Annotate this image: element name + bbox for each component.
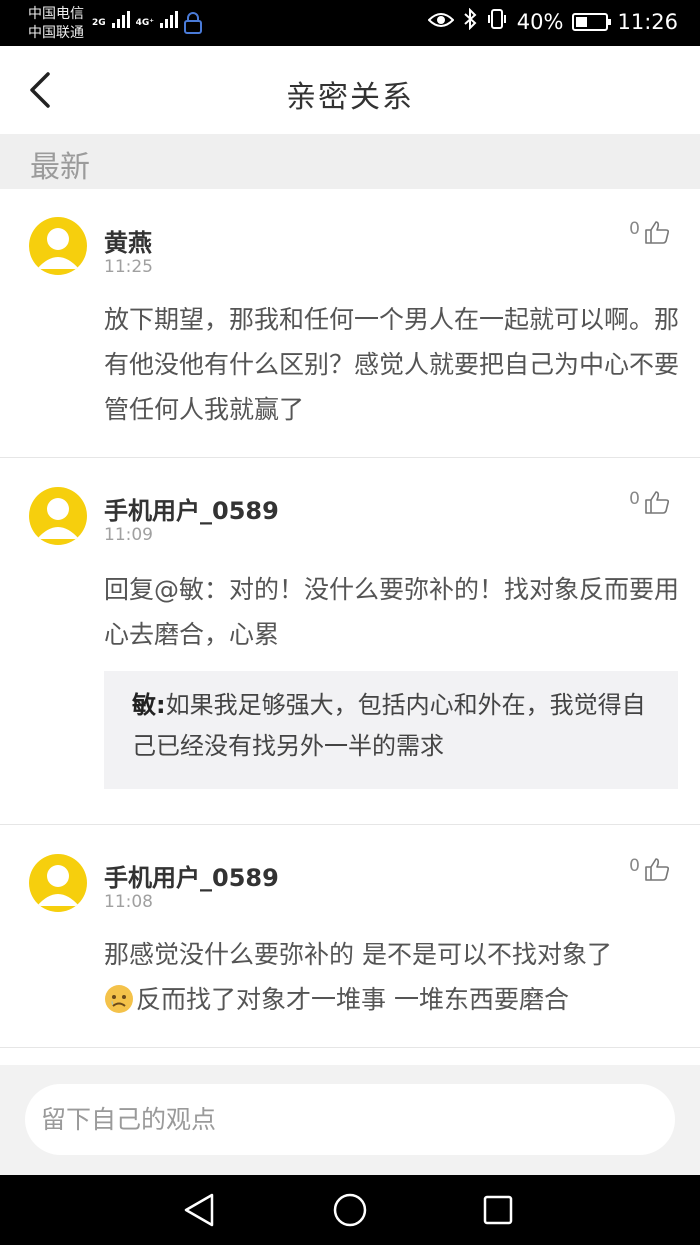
like-button[interactable]: 0 — [629, 489, 670, 515]
comment-text: 放下期望，那我和任何一个男人在一起就可以啊。那有他没他有什么区别？感觉人就要把自… — [104, 305, 680, 424]
quoted-reply: 敏:如果我足够强大，包括内心和外在，我觉得自己已经没有找另外一半的需求 — [104, 671, 678, 789]
eye-comfort-icon — [427, 10, 455, 34]
comment-time: 11:08 — [104, 892, 153, 912]
status-right: 40% 11:26 — [427, 7, 678, 35]
section-header-latest: 最新 — [0, 134, 700, 189]
comment-text: 那感觉没什么要弥补的 是不是可以不找对象了 反而找了对象才一堆事 一堆东西要磨合 — [104, 932, 684, 1022]
network-signals: 2G 4G⁺ — [92, 10, 179, 28]
thumbs-up-icon — [645, 491, 670, 514]
carrier-2: 中国联通 — [28, 25, 84, 41]
like-count: 0 — [629, 856, 640, 876]
quote-author[interactable]: 敏: — [132, 691, 166, 719]
comment-input[interactable] — [25, 1084, 675, 1155]
triangle-back-icon — [184, 1193, 214, 1227]
like-button[interactable]: 0 — [629, 856, 670, 882]
comment-text: 回复@敏：对的！没什么要弥补的！找对象反而要用心去磨合，心累 — [104, 575, 680, 649]
comment-time: 11:25 — [104, 257, 153, 277]
nav-recents-button[interactable] — [481, 1192, 515, 1232]
carrier-1: 中国电信 — [28, 6, 84, 22]
avatar[interactable] — [29, 217, 87, 275]
comment-text-line: 反而找了对象才一堆事 一堆东西要磨合 — [104, 977, 684, 1022]
avatar[interactable] — [29, 487, 87, 545]
system-navigation-bar — [0, 1175, 700, 1245]
like-count: 0 — [629, 219, 640, 239]
battery-icon — [572, 12, 612, 31]
comment-time: 11:09 — [104, 525, 153, 545]
comment-input-bar — [0, 1065, 700, 1175]
vpn-lock-icon — [182, 11, 204, 39]
comment-text-line: 那感觉没什么要弥补的 是不是可以不找对象了 — [104, 940, 612, 969]
clock: 11:26 — [617, 9, 678, 34]
sad-face-emoji-icon — [105, 985, 133, 1013]
square-recents-icon — [483, 1195, 513, 1225]
comment-item: 黄燕 11:25 0 放下期望，那我和任何一个男人在一起就可以啊。那有他没他有什… — [0, 189, 700, 458]
section-label: 最新 — [30, 150, 90, 185]
bluetooth-icon — [463, 7, 477, 35]
comment-username[interactable]: 手机用户_0589 — [104, 491, 279, 526]
comment-username[interactable]: 手机用户_0589 — [104, 858, 279, 893]
net-type-1: 2G — [92, 18, 106, 28]
page-title: 亲密关系 — [286, 80, 414, 115]
vibrate-icon — [486, 8, 508, 35]
thumbs-up-icon — [645, 221, 670, 244]
quote-text: 如果我足够强大，包括内心和外在，我觉得自己已经没有找另外一半的需求 — [132, 691, 646, 760]
signal-bars-icon — [160, 10, 179, 28]
comment-item: 手机用户_0589 11:08 0 那感觉没什么要弥补的 是不是可以不找对象了 … — [0, 826, 700, 1048]
signal-bars-icon — [111, 10, 130, 28]
thumbs-up-icon — [645, 858, 670, 881]
app-header: 亲密关系 — [0, 46, 700, 134]
carrier-names: 中国电信 中国联通 — [28, 5, 84, 43]
comment-username[interactable]: 黄燕 — [104, 223, 152, 258]
status-bar: 中国电信 中国联通 2G 4G⁺ 40% 11:26 — [0, 0, 700, 46]
comment-text-line-2: 反而找了对象才一堆事 一堆东西要磨合 — [136, 985, 569, 1014]
circle-home-icon — [333, 1193, 367, 1227]
nav-home-button[interactable] — [332, 1192, 368, 1232]
user-avatar-icon — [37, 498, 79, 539]
like-button[interactable]: 0 — [629, 219, 670, 245]
like-count: 0 — [629, 489, 640, 509]
user-avatar-icon — [37, 228, 79, 269]
avatar[interactable] — [29, 854, 87, 912]
net-type-2: 4G⁺ — [135, 18, 155, 28]
nav-back-button[interactable] — [182, 1192, 216, 1232]
battery-percent: 40% — [516, 9, 564, 34]
comment-item: 手机用户_0589 11:09 0 回复@敏：对的！没什么要弥补的！找对象反而要… — [0, 459, 700, 825]
user-avatar-icon — [37, 865, 79, 906]
